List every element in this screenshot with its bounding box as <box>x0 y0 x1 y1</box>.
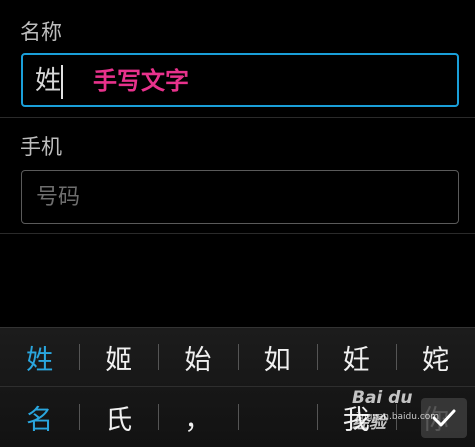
divider <box>0 233 475 234</box>
phone-section-label: 手机 <box>20 135 62 159</box>
candidate-row-primary: 姓 姬 始 如 妊 姹 <box>0 328 475 387</box>
name-input[interactable]: 姓 手写文字 <box>21 53 459 107</box>
text-caret <box>61 65 63 99</box>
name-input-value: 姓 <box>35 66 62 96</box>
checkmark-icon <box>432 409 456 427</box>
candidate-word[interactable]: 如 <box>237 328 317 386</box>
contact-edit-screen: 名称 姓 手写文字 手机 号码 姓 姬 始 如 妊 姹 名 氏 ， 我 你 <box>0 0 475 447</box>
candidate-word[interactable]: 姬 <box>79 328 158 386</box>
handwriting-annotation: 手写文字 <box>93 67 189 95</box>
candidate-word[interactable]: 我 <box>316 388 396 446</box>
handwriting-candidate-bar: 姓 姬 始 如 妊 姹 名 氏 ， 我 你 <box>0 327 475 447</box>
candidate-word[interactable]: 妊 <box>316 328 396 386</box>
name-section-label: 名称 <box>20 20 62 44</box>
candidate-word[interactable] <box>237 388 317 446</box>
candidate-word[interactable]: 氏 <box>79 388 158 446</box>
phone-input[interactable]: 号码 <box>21 170 459 224</box>
candidate-row-secondary: 名 氏 ， 我 你 <box>0 388 475 446</box>
candidate-word[interactable]: 名 <box>0 388 79 446</box>
divider <box>0 117 475 118</box>
phone-input-placeholder: 号码 <box>36 185 81 210</box>
candidate-word[interactable]: 姓 <box>0 328 79 386</box>
done-button[interactable] <box>421 398 467 438</box>
candidate-word[interactable]: 始 <box>158 328 237 386</box>
candidate-word[interactable]: 姹 <box>395 328 475 386</box>
candidate-word[interactable]: ， <box>158 388 237 446</box>
